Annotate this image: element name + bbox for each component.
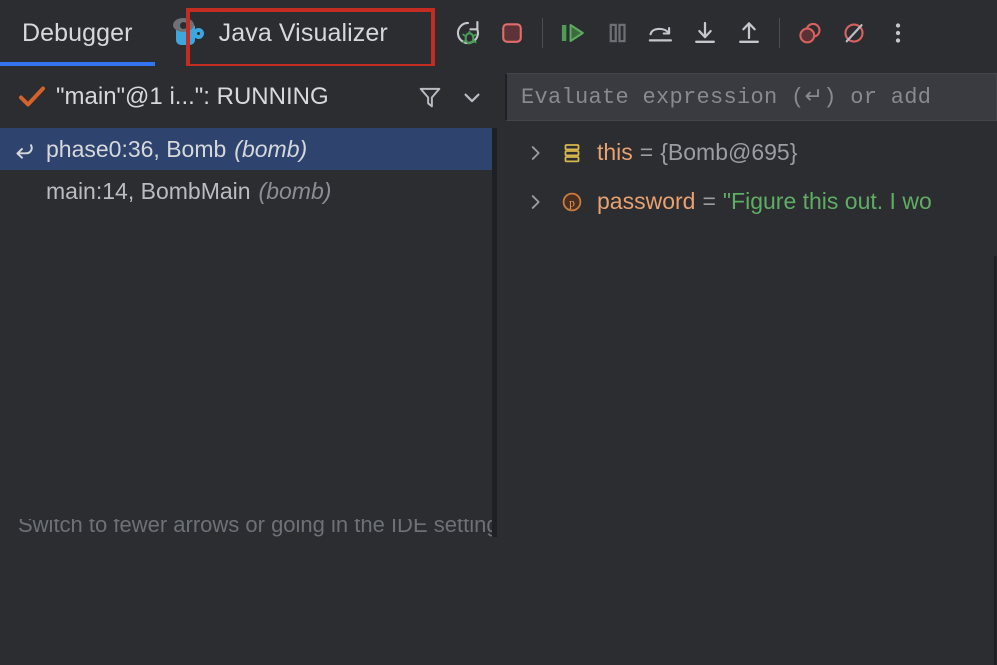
session-status-label: "main"@1 i...": RUNNING — [56, 83, 409, 111]
debugger-toolbar: Debugger Java Visualizer — [0, 0, 997, 66]
step-over-button[interactable] — [639, 11, 683, 55]
variable-equals: = — [702, 188, 715, 215]
chevron-right-icon[interactable] — [521, 188, 549, 216]
tab-java-visualizer-label: Java Visualizer — [219, 19, 388, 48]
parameter-icon: p — [557, 187, 587, 217]
debugger-main-split: phase0:36, Bomb (bomb) main:14, BombMain… — [0, 128, 997, 537]
filter-button[interactable] — [409, 76, 451, 118]
rerun-debug-button[interactable] — [446, 11, 490, 55]
tab-java-visualizer[interactable]: Java Visualizer — [155, 0, 408, 66]
session-row: "main"@1 i...": RUNNING Evaluate express… — [0, 66, 997, 128]
chevron-right-icon[interactable] — [521, 139, 549, 167]
stop-icon — [497, 18, 527, 48]
frame-list-item[interactable]: phase0:36, Bomb (bomb) — [0, 128, 492, 170]
filter-icon — [416, 83, 444, 111]
step-over-icon — [645, 18, 677, 48]
variable-name: this — [597, 139, 633, 166]
mute-breakpoints-icon — [839, 18, 869, 48]
chevron-down-icon — [458, 83, 486, 111]
variable-row-password[interactable]: p password = "Figure this out. I wo — [497, 177, 997, 226]
frame-location: phase0:36, Bomb — [46, 136, 226, 163]
svg-text:p: p — [569, 197, 575, 209]
frame-package: (bomb) — [259, 178, 332, 205]
view-breakpoints-button[interactable] — [788, 11, 832, 55]
tab-debugger[interactable]: Debugger — [0, 0, 155, 66]
variable-value: {Bomb@695} — [660, 139, 797, 166]
toolbar-separator-2 — [779, 18, 780, 48]
session-status-bar: "main"@1 i...": RUNNING — [0, 66, 493, 128]
debugger-window: Debugger Java Visualizer — [0, 0, 997, 537]
rerun-debug-icon — [453, 18, 483, 48]
object-instance-icon — [557, 138, 587, 168]
variable-equals: = — [640, 139, 653, 166]
java-visualizer-icon — [173, 17, 207, 49]
step-out-button[interactable] — [727, 11, 771, 55]
step-into-icon — [690, 18, 720, 48]
step-into-button[interactable] — [683, 11, 727, 55]
resume-program-icon — [557, 18, 589, 48]
variable-value: "Figure this out. I wo — [723, 188, 932, 215]
evaluate-expression-area: Evaluate expression (↵) or add — [497, 66, 997, 128]
frame-location: main:14, BombMain — [46, 178, 251, 205]
bottom-hint-strip: Switch to fewer arrows or going in the I… — [0, 519, 492, 537]
evaluate-expression-placeholder: Evaluate expression (↵) or add — [521, 84, 931, 110]
variable-row-this[interactable]: this = {Bomb@695} — [497, 128, 997, 177]
step-out-icon — [734, 18, 764, 48]
debug-actions-toolbar — [446, 0, 920, 66]
bottom-hint-text: Switch to fewer arrows or going in the I… — [18, 519, 492, 537]
frame-package: (bomb) — [234, 136, 307, 163]
frames-panel: phase0:36, Bomb (bomb) main:14, BombMain… — [0, 128, 492, 537]
variables-panel: this = {Bomb@695} p password = — [497, 128, 997, 537]
mute-breakpoints-button[interactable] — [832, 11, 876, 55]
more-options-button[interactable] — [876, 11, 920, 55]
return-arrow-icon — [10, 134, 40, 164]
variable-name: password — [597, 188, 695, 215]
more-options-icon — [885, 18, 911, 48]
frame-list-item[interactable]: main:14, BombMain (bomb) — [0, 170, 492, 212]
tab-debugger-label: Debugger — [22, 19, 133, 48]
pause-program-icon — [602, 18, 632, 48]
session-dropdown-button[interactable] — [451, 76, 493, 118]
pause-program-button[interactable] — [595, 11, 639, 55]
checkmark-icon — [18, 84, 46, 110]
stop-button[interactable] — [490, 11, 534, 55]
view-breakpoints-icon — [794, 18, 826, 48]
evaluate-expression-input[interactable]: Evaluate expression (↵) or add — [505, 73, 997, 121]
toolbar-separator — [542, 18, 543, 48]
resume-program-button[interactable] — [551, 11, 595, 55]
